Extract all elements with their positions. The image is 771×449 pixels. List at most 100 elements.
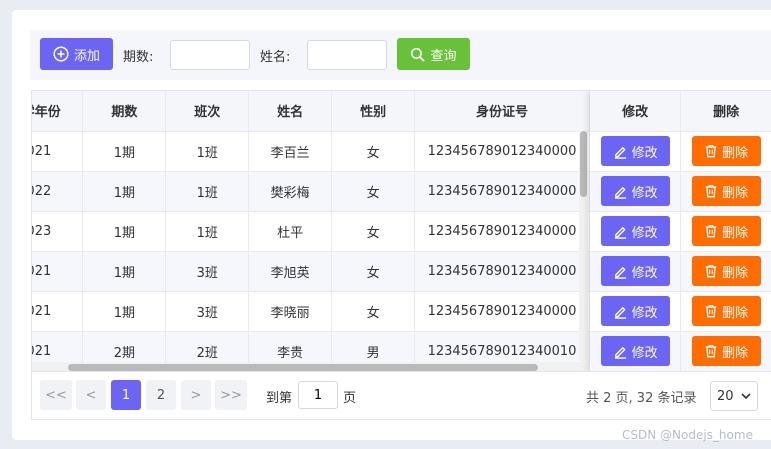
last-page-button[interactable]: >> xyxy=(215,380,247,410)
delete-button[interactable]: 删除 xyxy=(691,176,761,206)
table-row[interactable]: 2021 1期 3班 李旭英 女 123456789012340000 xyxy=(32,251,590,292)
plus-circle-icon xyxy=(53,46,69,62)
vertical-scrollbar[interactable] xyxy=(579,131,588,361)
edit-cell: 修改 xyxy=(590,131,682,172)
edit-cell: 修改 xyxy=(590,331,682,371)
actions-header-row: 修改 删除 xyxy=(590,91,771,132)
cell-id-number: 123456789012340000 xyxy=(414,291,590,332)
column-header-period[interactable]: 期数 xyxy=(82,91,167,132)
column-header-edit: 修改 xyxy=(590,91,682,132)
table-row[interactable]: 2021 1期 1班 李百兰 女 123456789012340000 xyxy=(32,131,590,172)
edit-cell: 修改 xyxy=(590,211,682,252)
cell-period: 1期 xyxy=(82,171,167,212)
cell-year: 2023 xyxy=(32,211,84,252)
edit-icon xyxy=(614,306,626,319)
cell-class: 1班 xyxy=(165,211,250,252)
action-row: 修改 删除 xyxy=(590,251,771,292)
delete-button[interactable]: 删除 xyxy=(691,296,761,326)
table-row[interactable]: 2023 1期 1班 杜平 女 123456789012340000 xyxy=(32,211,590,252)
chevron-down-icon xyxy=(741,393,751,400)
cell-name: 李百兰 xyxy=(248,131,333,172)
delete-button[interactable]: 删除 xyxy=(691,336,761,366)
action-row: 修改 删除 xyxy=(590,291,771,332)
edit-cell: 修改 xyxy=(590,251,682,292)
page-button-1[interactable]: 1 xyxy=(111,380,141,410)
edit-cell: 修改 xyxy=(590,291,682,332)
trash-icon xyxy=(705,144,717,158)
cell-class: 3班 xyxy=(165,291,250,332)
delete-button-label: 删除 xyxy=(722,305,749,321)
column-header-id-number[interactable]: 身份证号 xyxy=(414,91,590,132)
delete-cell: 删除 xyxy=(680,131,771,172)
add-button[interactable]: 添加 xyxy=(40,38,113,70)
cell-year: 2021 xyxy=(32,251,84,292)
edit-button-label: 修改 xyxy=(631,265,658,281)
delete-button[interactable]: 删除 xyxy=(691,256,761,286)
edit-cell: 修改 xyxy=(590,171,682,212)
vertical-scrollbar-thumb[interactable] xyxy=(580,131,587,197)
cell-name: 樊彩梅 xyxy=(248,171,333,212)
next-page-button[interactable]: > xyxy=(181,380,211,410)
cell-gender: 女 xyxy=(331,171,416,212)
edit-button[interactable]: 修改 xyxy=(600,176,670,206)
table-header-row: 入学年份 期数 班次 姓名 性别 身份证号 xyxy=(32,91,590,132)
name-input[interactable] xyxy=(307,40,387,70)
trash-icon xyxy=(705,184,717,198)
delete-button[interactable]: 删除 xyxy=(691,136,761,166)
period-input[interactable] xyxy=(170,40,250,70)
page-button-2[interactable]: 2 xyxy=(146,380,176,410)
cell-year: 2021 xyxy=(32,131,84,172)
edit-button-label: 修改 xyxy=(631,305,658,321)
cell-class: 1班 xyxy=(165,131,250,172)
edit-button[interactable]: 修改 xyxy=(600,336,670,366)
watermark: CSDN @Nodejs_home xyxy=(622,428,753,442)
column-header-class[interactable]: 班次 xyxy=(165,91,250,132)
edit-button[interactable]: 修改 xyxy=(600,256,670,286)
first-page-button[interactable]: << xyxy=(40,380,72,410)
edit-button[interactable]: 修改 xyxy=(600,216,670,246)
table-row[interactable]: 2022 1期 1班 樊彩梅 女 123456789012340000 xyxy=(32,171,590,212)
data-table: 入学年份 期数 班次 姓名 性别 身份证号 2021 1期 1班 李百兰 女 xyxy=(32,91,590,371)
action-row: 修改 删除 xyxy=(590,331,771,371)
horizontal-scrollbar[interactable] xyxy=(32,362,590,371)
trash-icon xyxy=(705,344,717,358)
query-button[interactable]: 查询 xyxy=(397,38,470,70)
edit-icon xyxy=(614,186,626,199)
delete-button[interactable]: 删除 xyxy=(691,216,761,246)
prev-page-button[interactable]: < xyxy=(76,380,106,410)
goto-page-input[interactable] xyxy=(298,381,338,409)
action-row: 修改 删除 xyxy=(590,131,771,172)
cell-name: 李晓丽 xyxy=(248,291,333,332)
delete-cell: 删除 xyxy=(680,171,771,212)
edit-button[interactable]: 修改 xyxy=(600,136,670,166)
edit-button[interactable]: 修改 xyxy=(600,296,670,326)
cell-name: 杜平 xyxy=(248,211,333,252)
goto-suffix-label: 页 xyxy=(343,391,357,406)
action-row: 修改 删除 xyxy=(590,171,771,212)
cell-period: 1期 xyxy=(82,291,167,332)
query-button-label: 查询 xyxy=(430,48,457,64)
edit-button-label: 修改 xyxy=(631,145,658,161)
cell-period: 1期 xyxy=(82,211,167,252)
cell-year: 2021 xyxy=(32,291,84,332)
horizontal-scrollbar-thumb[interactable] xyxy=(68,364,538,371)
table-scroll-area[interactable]: 入学年份 期数 班次 姓名 性别 身份证号 2021 1期 1班 李百兰 女 xyxy=(32,91,590,371)
column-header-year[interactable]: 入学年份 xyxy=(32,91,84,132)
cell-name: 李旭英 xyxy=(248,251,333,292)
trash-icon xyxy=(705,224,717,238)
cell-gender: 女 xyxy=(331,131,416,172)
table-row[interactable]: 2021 1期 3班 李晓丽 女 123456789012340000 xyxy=(32,291,590,332)
cell-id-number: 123456789012340000 xyxy=(414,211,590,252)
column-header-name[interactable]: 姓名 xyxy=(248,91,333,132)
column-header-gender[interactable]: 性别 xyxy=(331,91,416,132)
delete-cell: 删除 xyxy=(680,331,771,371)
cell-class: 1班 xyxy=(165,171,250,212)
edit-icon xyxy=(614,266,626,279)
edit-icon xyxy=(614,346,626,359)
cell-gender: 女 xyxy=(331,251,416,292)
cell-gender: 女 xyxy=(331,211,416,252)
delete-button-label: 删除 xyxy=(722,225,749,241)
search-icon xyxy=(411,47,425,61)
page-size-select[interactable]: 20 xyxy=(710,381,758,411)
edit-icon xyxy=(614,146,626,159)
